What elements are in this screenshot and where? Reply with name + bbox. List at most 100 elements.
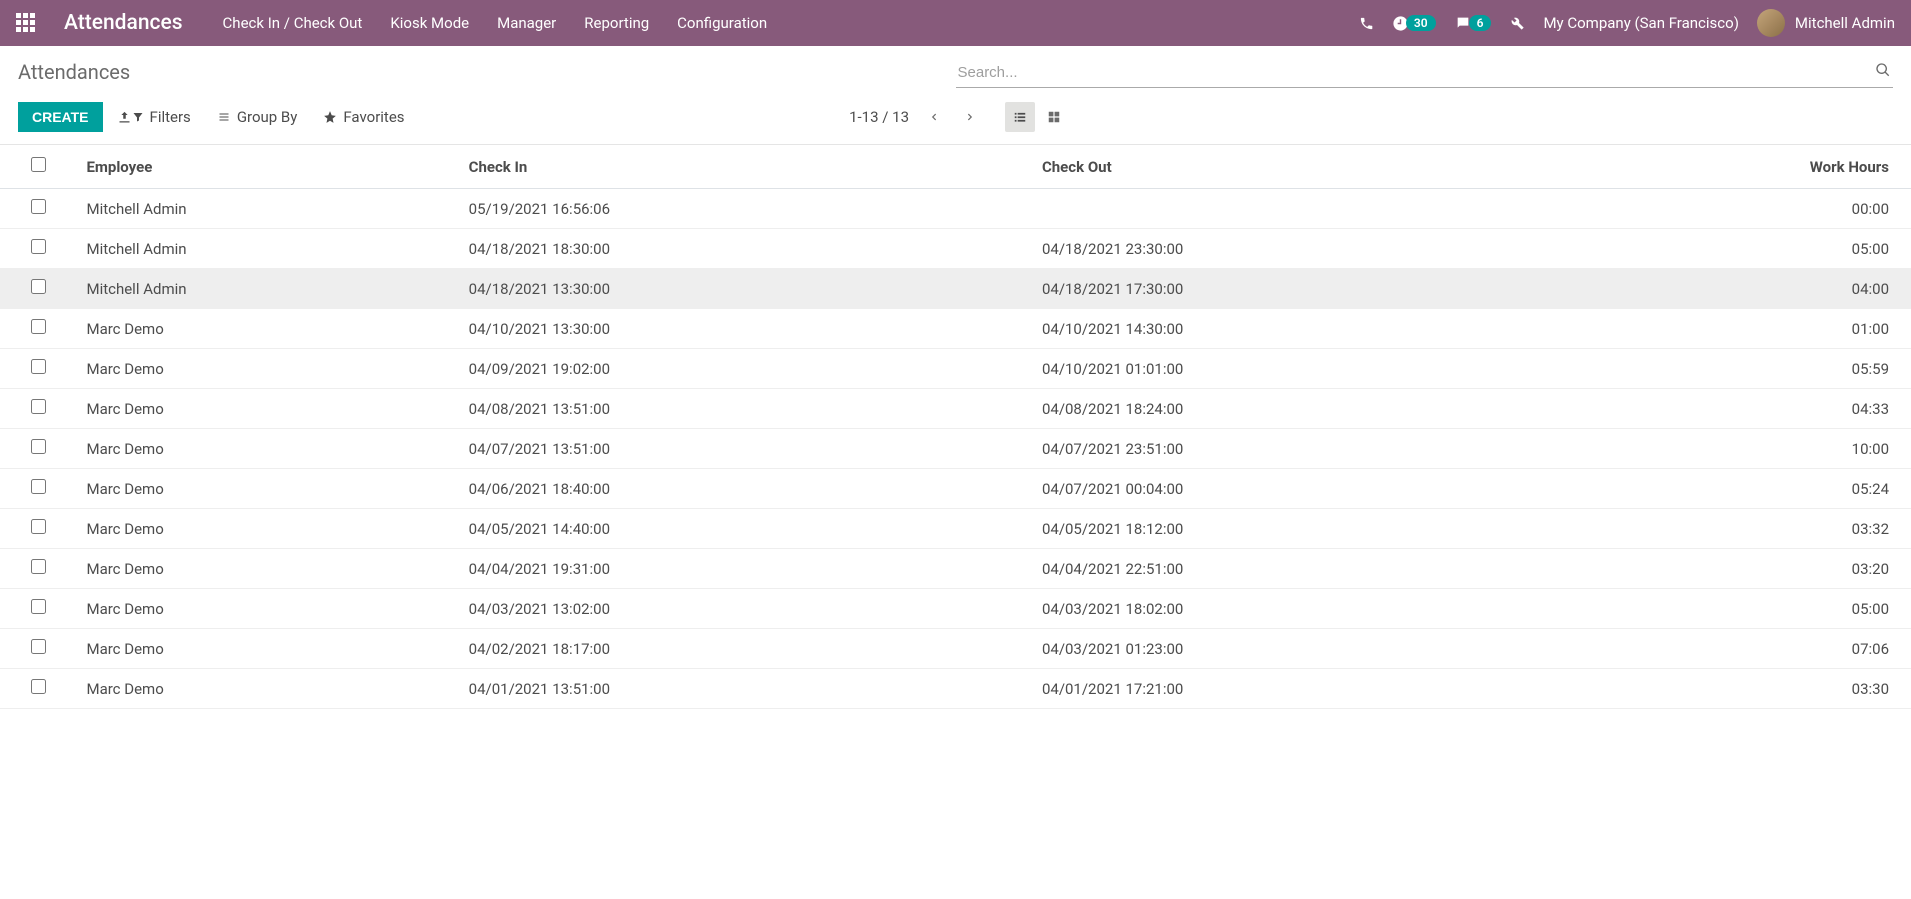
cell-checkout: 04/05/2021 18:12:00 [1032, 509, 1605, 549]
activities-count: 30 [1406, 15, 1436, 31]
table-row[interactable]: Marc Demo04/07/2021 13:51:0004/07/2021 2… [0, 429, 1911, 469]
table-row[interactable]: Marc Demo04/10/2021 13:30:0004/10/2021 1… [0, 309, 1911, 349]
cell-workhours: 03:30 [1605, 669, 1911, 709]
company-switcher[interactable]: My Company (San Francisco) [1543, 14, 1738, 32]
search-icon[interactable] [1875, 62, 1891, 78]
table-row[interactable]: Marc Demo04/09/2021 19:02:0004/10/2021 0… [0, 349, 1911, 389]
filter-icon [132, 111, 144, 123]
table-row[interactable]: Marc Demo04/05/2021 14:40:0004/05/2021 1… [0, 509, 1911, 549]
col-header-workhours[interactable]: Work Hours [1605, 145, 1911, 189]
row-checkbox[interactable] [31, 599, 46, 614]
table-row[interactable]: Marc Demo04/04/2021 19:31:0004/04/2021 2… [0, 549, 1911, 589]
cell-checkout [1032, 189, 1605, 229]
row-checkbox[interactable] [31, 279, 46, 294]
table-row[interactable]: Mitchell Admin05/19/2021 16:56:06 00:00 [0, 189, 1911, 229]
cell-checkin: 04/03/2021 13:02:00 [459, 589, 1032, 629]
view-list-button[interactable] [1005, 102, 1035, 132]
cell-employee: Mitchell Admin [76, 229, 458, 269]
user-menu[interactable]: Mitchell Admin [1757, 9, 1895, 37]
cell-checkin: 04/09/2021 19:02:00 [459, 349, 1032, 389]
row-checkbox[interactable] [31, 559, 46, 574]
phone-icon[interactable] [1359, 16, 1374, 31]
import-button[interactable] [117, 110, 132, 125]
col-header-checkout[interactable]: Check Out [1032, 145, 1605, 189]
groupby-icon [217, 111, 231, 123]
cell-workhours: 04:00 [1605, 269, 1911, 309]
row-checkbox[interactable] [31, 239, 46, 254]
cell-workhours: 00:00 [1605, 189, 1911, 229]
row-checkbox[interactable] [31, 519, 46, 534]
cell-workhours: 04:33 [1605, 389, 1911, 429]
kanban-icon [1046, 110, 1062, 124]
cell-workhours: 07:06 [1605, 629, 1911, 669]
nav-links: Check In / Check Out Kiosk Mode Manager … [223, 14, 768, 32]
cell-checkout: 04/08/2021 18:24:00 [1032, 389, 1605, 429]
pager-next[interactable] [959, 106, 981, 128]
table-row[interactable]: Marc Demo04/01/2021 13:51:0004/01/2021 1… [0, 669, 1911, 709]
col-header-employee[interactable]: Employee [76, 145, 458, 189]
favorites-button[interactable]: Favorites [323, 108, 404, 126]
create-button[interactable]: CREATE [18, 102, 103, 132]
cell-checkin: 05/19/2021 16:56:06 [459, 189, 1032, 229]
cell-workhours: 05:00 [1605, 589, 1911, 629]
nav-kiosk[interactable]: Kiosk Mode [390, 14, 469, 32]
cell-workhours: 03:20 [1605, 549, 1911, 589]
nav-reporting[interactable]: Reporting [584, 14, 649, 32]
row-checkbox[interactable] [31, 439, 46, 454]
pager-text[interactable]: 1-13 / 13 [849, 108, 909, 126]
cell-checkin: 04/08/2021 13:51:00 [459, 389, 1032, 429]
chevron-left-icon [929, 110, 939, 124]
messages-button[interactable]: 6 [1454, 15, 1492, 31]
row-checkbox[interactable] [31, 199, 46, 214]
cell-checkout: 04/18/2021 17:30:00 [1032, 269, 1605, 309]
row-checkbox[interactable] [31, 479, 46, 494]
search-input[interactable] [956, 60, 1894, 88]
table-row[interactable]: Marc Demo04/08/2021 13:51:0004/08/2021 1… [0, 389, 1911, 429]
app-brand[interactable]: Attendances [64, 11, 183, 35]
search-bar [956, 60, 1894, 88]
cell-workhours: 05:24 [1605, 469, 1911, 509]
topbar-right: 30 6 My Company (San Francisco) Mitchell… [1359, 9, 1895, 37]
table-row[interactable]: Marc Demo04/06/2021 18:40:0004/07/2021 0… [0, 469, 1911, 509]
cell-workhours: 10:00 [1605, 429, 1911, 469]
cell-checkout: 04/03/2021 18:02:00 [1032, 589, 1605, 629]
cell-checkout: 04/10/2021 14:30:00 [1032, 309, 1605, 349]
cell-checkout: 04/04/2021 22:51:00 [1032, 549, 1605, 589]
groupby-label: Group By [237, 108, 298, 126]
cell-checkin: 04/06/2021 18:40:00 [459, 469, 1032, 509]
row-checkbox[interactable] [31, 399, 46, 414]
table-row[interactable]: Marc Demo04/02/2021 18:17:0004/03/2021 0… [0, 629, 1911, 669]
pager-prev[interactable] [923, 106, 945, 128]
cell-employee: Marc Demo [76, 669, 458, 709]
row-checkbox[interactable] [31, 319, 46, 334]
select-all-checkbox[interactable] [31, 157, 46, 172]
groupby-button[interactable]: Group By [217, 108, 298, 126]
activities-button[interactable]: 30 [1392, 15, 1436, 32]
cell-checkin: 04/18/2021 18:30:00 [459, 229, 1032, 269]
cell-checkout: 04/03/2021 01:23:00 [1032, 629, 1605, 669]
table-row[interactable]: Marc Demo04/03/2021 13:02:0004/03/2021 1… [0, 589, 1911, 629]
apps-icon[interactable] [16, 13, 36, 33]
nav-configuration[interactable]: Configuration [677, 14, 767, 32]
list-icon [1012, 110, 1028, 124]
row-checkbox[interactable] [31, 359, 46, 374]
cell-employee: Marc Demo [76, 509, 458, 549]
table-row[interactable]: Mitchell Admin04/18/2021 13:30:0004/18/2… [0, 269, 1911, 309]
cell-workhours: 05:59 [1605, 349, 1911, 389]
cell-employee: Mitchell Admin [76, 189, 458, 229]
nav-manager[interactable]: Manager [497, 14, 556, 32]
cell-employee: Marc Demo [76, 589, 458, 629]
avatar [1757, 9, 1785, 37]
row-checkbox[interactable] [31, 679, 46, 694]
table-row[interactable]: Mitchell Admin04/18/2021 18:30:0004/18/2… [0, 229, 1911, 269]
cell-employee: Marc Demo [76, 469, 458, 509]
cell-workhours: 01:00 [1605, 309, 1911, 349]
view-kanban-button[interactable] [1039, 102, 1069, 132]
row-checkbox[interactable] [31, 639, 46, 654]
cell-checkout: 04/18/2021 23:30:00 [1032, 229, 1605, 269]
col-header-checkin[interactable]: Check In [459, 145, 1032, 189]
debug-icon[interactable] [1509, 15, 1525, 31]
filters-button[interactable]: Filters [132, 108, 191, 126]
nav-checkin[interactable]: Check In / Check Out [223, 14, 363, 32]
star-icon [323, 110, 337, 124]
